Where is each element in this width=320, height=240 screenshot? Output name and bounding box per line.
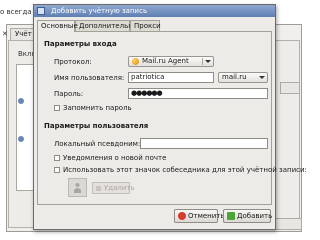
dialog-titlebar[interactable]: Добавить учётную запись	[34, 5, 275, 17]
new-mail-notify-label[interactable]: Уведомления о новой почте	[63, 154, 166, 162]
remember-password-checkbox[interactable]	[54, 105, 60, 111]
remove-button-label: Удалить	[104, 184, 135, 192]
tab-advanced[interactable]: Дополнительные	[75, 20, 143, 31]
login-section-title: Параметры входа	[44, 40, 117, 48]
protocol-combo[interactable]: Mail.ru Agent	[128, 56, 214, 67]
username-label: Имя пользователя:	[54, 74, 125, 82]
dialog-title: Добавить учётную запись	[51, 7, 148, 15]
protocol-value: Mail.ru Agent	[142, 57, 189, 65]
background-status-icon	[18, 136, 24, 142]
buddy-icon-button[interactable]	[68, 178, 87, 197]
add-button-label: Добавить	[237, 212, 273, 220]
use-buddy-icon-checkbox[interactable]	[54, 167, 60, 173]
background-close-icon[interactable]: ✕	[2, 30, 8, 38]
tab-proxy[interactable]: Прокси	[130, 20, 161, 31]
remove-icon	[96, 186, 101, 191]
username-field[interactable]: patriotica	[128, 72, 214, 83]
new-mail-notify-checkbox[interactable]	[54, 155, 60, 161]
chevron-down-icon	[205, 60, 211, 63]
alias-label: Локальный псевдоним:	[54, 140, 141, 148]
tab-basic[interactable]: Основные	[37, 20, 78, 32]
password-label: Пароль:	[54, 90, 84, 98]
background-button	[280, 82, 300, 94]
cancel-button[interactable]: Отменить	[174, 209, 225, 223]
chevron-down-icon	[259, 76, 265, 79]
alias-field[interactable]	[140, 138, 268, 149]
window-icon	[37, 7, 45, 15]
domain-value: mail.ru	[222, 73, 247, 81]
domain-combo[interactable]: mail.ru	[218, 72, 268, 83]
add-account-dialog: Добавить учётную запись Основные Дополни…	[33, 4, 307, 230]
add-icon	[227, 212, 235, 220]
remove-icon-button[interactable]: Удалить	[92, 182, 135, 194]
mail-ru-agent-icon	[132, 58, 139, 65]
add-button[interactable]: Добавить	[223, 209, 273, 223]
protocol-label: Протокол:	[54, 58, 92, 66]
cancel-icon	[178, 212, 186, 220]
password-field[interactable]: ●●●●●●	[128, 88, 268, 99]
cancel-button-label: Отменить	[188, 212, 225, 220]
user-section-title: Параметры пользователя	[44, 122, 149, 130]
use-buddy-icon-label[interactable]: Использовать этот значок собеседника для…	[63, 166, 307, 174]
background-status-icon	[18, 98, 24, 104]
remember-password-label[interactable]: Запомнить пароль	[63, 104, 132, 112]
tab-panel: Параметры входа Протокол: Mail.ru Agent …	[37, 31, 307, 205]
person-icon	[74, 183, 81, 193]
